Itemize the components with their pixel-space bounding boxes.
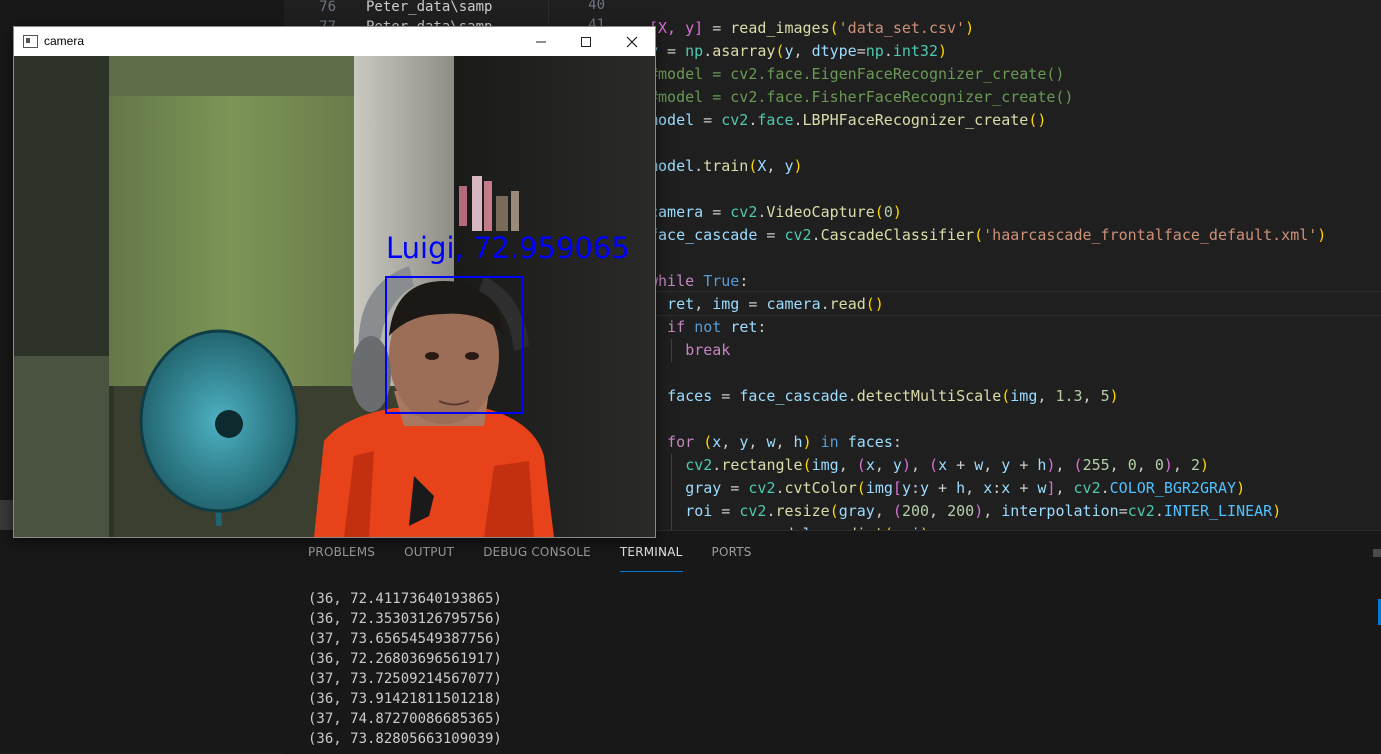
terminal-line: (36, 72.26803696561917) xyxy=(308,651,502,667)
list-item-path: Peter_data\samp xyxy=(366,0,493,15)
maximize-button[interactable] xyxy=(563,27,609,56)
terminal-line: (37, 73.65654549387756) xyxy=(308,631,502,647)
code-line: model.train(X, y) xyxy=(649,157,803,175)
minimize-icon xyxy=(536,41,546,42)
sidebar-selection-strip xyxy=(0,500,14,530)
code-editor[interactable]: [X, y] = read_images('data_set.csv')y = … xyxy=(630,0,1381,530)
indent-guide xyxy=(671,477,673,500)
code-line: model = cv2.face.LBPHFaceRecognizer_crea… xyxy=(649,111,1047,129)
close-button[interactable] xyxy=(609,27,655,56)
indent-guide xyxy=(671,339,673,362)
code-line: gray = cv2.cvtColor(img[y:y + h, x:x + w… xyxy=(685,479,1246,497)
camera-frame-image: Luigi, 72.959065 xyxy=(14,56,655,537)
terminal-line: (37, 73.72509214567077) xyxy=(308,671,502,687)
list-item[interactable]: 76 Peter_data\samp xyxy=(284,0,506,17)
code-line: y = np.asarray(y, dtype=np.int32) xyxy=(649,42,948,60)
code-line: #model = cv2.face.EigenFaceRecognizer_cr… xyxy=(649,65,1065,83)
code-line: for (x, y, w, h) in faces: xyxy=(667,433,902,451)
code-line: if not ret: xyxy=(667,318,767,336)
code-line: roi = cv2.resize(gray, (200, 200), inter… xyxy=(685,502,1282,520)
camera-window-title: camera xyxy=(44,34,85,48)
minimize-button[interactable] xyxy=(518,27,564,56)
camera-window[interactable]: camera Luigi, 72.959065 xyxy=(13,26,656,538)
indent-guide xyxy=(671,500,673,523)
code-line: while True: xyxy=(649,272,749,290)
code-line: cv2.rectangle(img, (x, y), (x + w, y + h… xyxy=(685,456,1209,474)
camera-feed: Luigi, 72.959065 xyxy=(14,56,655,537)
terminal-line: (37, 74.87270086685365) xyxy=(308,711,502,727)
detection-label: Luigi, 72.959065 xyxy=(386,231,630,265)
camera-window-titlebar[interactable]: camera xyxy=(14,27,655,56)
indent-guide xyxy=(671,523,673,530)
indent-guide xyxy=(671,454,673,477)
code-line: break xyxy=(685,341,731,359)
code-line: [X, y] = read_images('data_set.csv') xyxy=(649,19,975,37)
code-line: face_cascade = cv2.CascadeClassifier('ha… xyxy=(649,226,1327,244)
code-line: ret, img = camera.read() xyxy=(667,295,884,313)
code-line: faces = face_cascade.detectMultiScale(im… xyxy=(667,387,1119,405)
gutter-line-number: 40 xyxy=(588,0,605,13)
terminal-line: (36, 72.41173640193865) xyxy=(308,591,502,607)
terminal-line: (36, 72.35303126795756) xyxy=(308,611,502,627)
code-line: params = model.predict(roi) xyxy=(685,523,929,530)
bottom-panel: PROBLEMS OUTPUT DEBUG CONSOLE TERMINAL P… xyxy=(284,530,1381,754)
close-icon xyxy=(626,36,638,47)
app-window-icon xyxy=(23,35,38,48)
list-item-line-number: 76 xyxy=(319,0,336,15)
terminal-output[interactable]: (36, 72.41173640193865) (36, 72.35303126… xyxy=(308,589,502,749)
maximize-icon xyxy=(581,36,591,47)
tab-ports[interactable]: PORTS xyxy=(712,531,752,571)
panel-scroll-marker xyxy=(1373,549,1381,557)
code-line: camera = cv2.VideoCapture(0) xyxy=(649,203,902,221)
terminal-line: (36, 73.91421811501218) xyxy=(308,691,502,707)
code-line: #model = cv2.face.FisherFaceRecognizer_c… xyxy=(649,88,1074,106)
terminal-line: (36, 73.82805663109039) xyxy=(308,731,502,747)
